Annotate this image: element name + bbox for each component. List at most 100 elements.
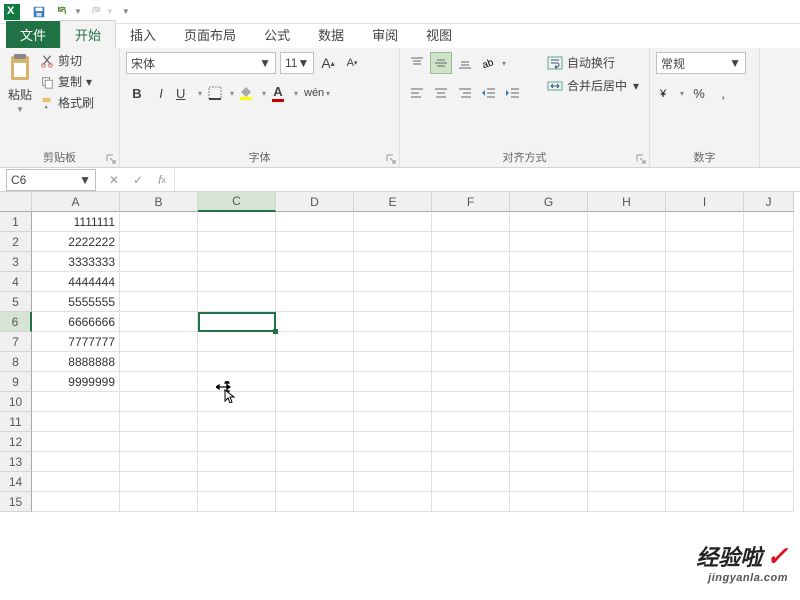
- font-color-button[interactable]: A▾: [270, 82, 300, 104]
- cell-J8[interactable]: [744, 352, 794, 372]
- redo-button[interactable]: [84, 3, 106, 21]
- cell-G1[interactable]: [510, 212, 588, 232]
- font-name-combo[interactable]: 宋体▼: [126, 52, 276, 74]
- cell-D2[interactable]: [276, 232, 354, 252]
- cell-I8[interactable]: [666, 352, 744, 372]
- tab-review[interactable]: 审阅: [358, 21, 412, 48]
- cell-E7[interactable]: [354, 332, 432, 352]
- cell-A10[interactable]: [32, 392, 120, 412]
- cell-G9[interactable]: [510, 372, 588, 392]
- column-header-I[interactable]: I: [666, 192, 744, 212]
- paste-dropdown-icon[interactable]: ▼: [16, 105, 24, 114]
- cell-J10[interactable]: [744, 392, 794, 412]
- cell-E5[interactable]: [354, 292, 432, 312]
- cell-G7[interactable]: [510, 332, 588, 352]
- cell-J12[interactable]: [744, 432, 794, 452]
- cell-H11[interactable]: [588, 412, 666, 432]
- column-header-H[interactable]: H: [588, 192, 666, 212]
- cell-G11[interactable]: [510, 412, 588, 432]
- select-all-corner[interactable]: [0, 192, 32, 212]
- cell-A9[interactable]: 9999999: [32, 372, 120, 392]
- cell-F15[interactable]: [432, 492, 510, 512]
- cell-A14[interactable]: [32, 472, 120, 492]
- cell-C11[interactable]: [198, 412, 276, 432]
- cell-G2[interactable]: [510, 232, 588, 252]
- cell-H13[interactable]: [588, 452, 666, 472]
- tab-layout[interactable]: 页面布局: [170, 21, 250, 48]
- cell-B8[interactable]: [120, 352, 198, 372]
- cell-G14[interactable]: [510, 472, 588, 492]
- cancel-formula-icon[interactable]: ✕: [102, 169, 126, 191]
- cell-D10[interactable]: [276, 392, 354, 412]
- comma-format-icon[interactable]: ,: [712, 82, 734, 104]
- row-header-10[interactable]: 10: [0, 392, 32, 412]
- font-dialog-icon[interactable]: [386, 154, 396, 164]
- cell-D15[interactable]: [276, 492, 354, 512]
- cell-A11[interactable]: [32, 412, 120, 432]
- cell-C4[interactable]: [198, 272, 276, 292]
- row-header-2[interactable]: 2: [0, 232, 32, 252]
- row-header-6[interactable]: 6: [0, 312, 32, 332]
- tab-insert[interactable]: 插入: [116, 21, 170, 48]
- cell-I9[interactable]: [666, 372, 744, 392]
- cell-F1[interactable]: [432, 212, 510, 232]
- save-button[interactable]: [28, 3, 50, 21]
- cell-I1[interactable]: [666, 212, 744, 232]
- cell-C13[interactable]: [198, 452, 276, 472]
- cell-F6[interactable]: [432, 312, 510, 332]
- cell-G6[interactable]: [510, 312, 588, 332]
- column-header-J[interactable]: J: [744, 192, 794, 212]
- cell-C14[interactable]: [198, 472, 276, 492]
- align-left-icon[interactable]: [406, 82, 428, 104]
- cell-A5[interactable]: 5555555: [32, 292, 120, 312]
- cell-D9[interactable]: [276, 372, 354, 392]
- cell-A3[interactable]: 3333333: [32, 252, 120, 272]
- number-format-combo[interactable]: 常规▼: [656, 52, 746, 74]
- cell-E14[interactable]: [354, 472, 432, 492]
- cell-D6[interactable]: [276, 312, 354, 332]
- cell-A8[interactable]: 8888888: [32, 352, 120, 372]
- cell-B2[interactable]: [120, 232, 198, 252]
- tab-formulas[interactable]: 公式: [250, 21, 304, 48]
- cell-J7[interactable]: [744, 332, 794, 352]
- cell-H10[interactable]: [588, 392, 666, 412]
- cell-E9[interactable]: [354, 372, 432, 392]
- cell-J13[interactable]: [744, 452, 794, 472]
- cell-H2[interactable]: [588, 232, 666, 252]
- cell-A15[interactable]: [32, 492, 120, 512]
- cell-J14[interactable]: [744, 472, 794, 492]
- decrease-indent-icon[interactable]: [478, 82, 500, 104]
- row-header-8[interactable]: 8: [0, 352, 32, 372]
- align-center-icon[interactable]: [430, 82, 452, 104]
- decrease-font-icon[interactable]: A▾: [342, 52, 362, 74]
- cell-A12[interactable]: [32, 432, 120, 452]
- tab-file[interactable]: 文件: [6, 21, 60, 48]
- cell-D13[interactable]: [276, 452, 354, 472]
- cell-E12[interactable]: [354, 432, 432, 452]
- cell-I13[interactable]: [666, 452, 744, 472]
- cell-G8[interactable]: [510, 352, 588, 372]
- row-header-7[interactable]: 7: [0, 332, 32, 352]
- cell-C1[interactable]: [198, 212, 276, 232]
- cell-C10[interactable]: [198, 392, 276, 412]
- name-box[interactable]: C6▼: [6, 169, 96, 191]
- cell-I14[interactable]: [666, 472, 744, 492]
- merge-center-button[interactable]: 合并后居中▾: [543, 75, 643, 96]
- row-header-4[interactable]: 4: [0, 272, 32, 292]
- cell-G10[interactable]: [510, 392, 588, 412]
- cell-J4[interactable]: [744, 272, 794, 292]
- bold-button[interactable]: B: [126, 82, 148, 104]
- cell-I12[interactable]: [666, 432, 744, 452]
- italic-button[interactable]: I: [150, 82, 172, 104]
- cell-F7[interactable]: [432, 332, 510, 352]
- cell-H14[interactable]: [588, 472, 666, 492]
- cell-I6[interactable]: [666, 312, 744, 332]
- cell-F4[interactable]: [432, 272, 510, 292]
- accounting-format-icon[interactable]: ¥▾: [656, 82, 686, 104]
- cell-C6[interactable]: [198, 312, 276, 332]
- cell-J9[interactable]: [744, 372, 794, 392]
- cell-D11[interactable]: [276, 412, 354, 432]
- fx-icon[interactable]: fx: [150, 169, 174, 191]
- tab-home[interactable]: 开始: [60, 20, 116, 48]
- align-right-icon[interactable]: [454, 82, 476, 104]
